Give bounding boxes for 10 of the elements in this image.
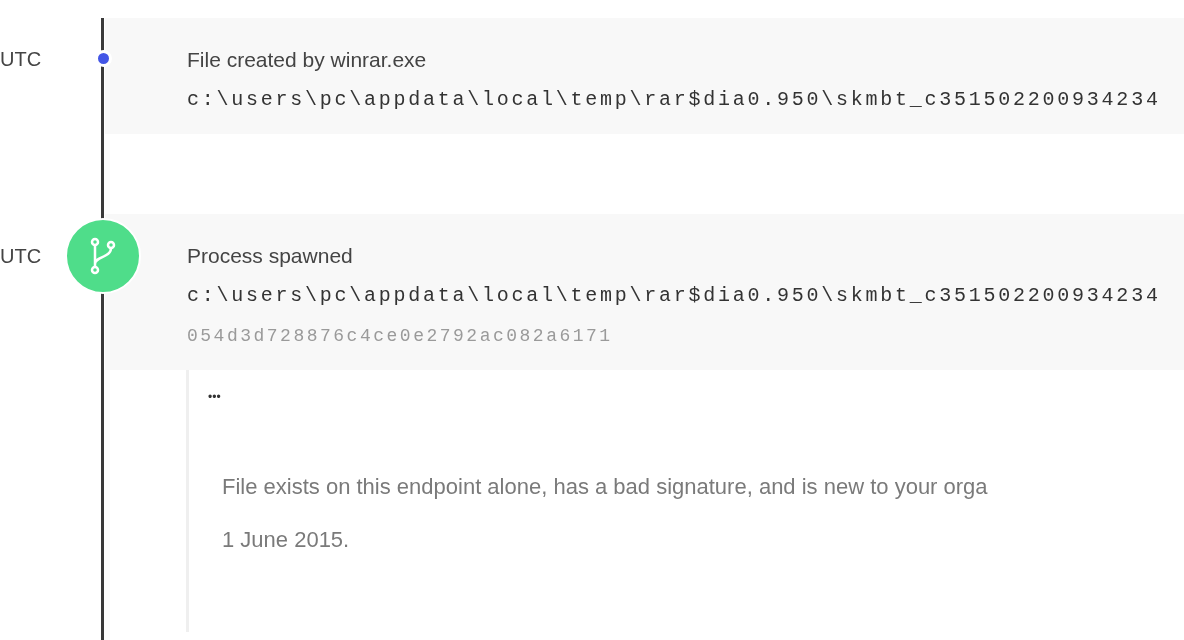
description-text: File exists on this endpoint alone, has a bad signature, and is new to your orga: [222, 473, 988, 501]
event-title: File created by winrar.exe: [187, 47, 427, 73]
event-time: UTC: [0, 47, 42, 72]
file-path: c:\users\pc\appdata\local\temp\rar$dia0.950\skmbt_c351502200934234: [187, 87, 1161, 113]
event-time: UTC: [0, 244, 42, 269]
description-text: 1 June 2015.: [222, 526, 350, 554]
more-menu[interactable]: •••: [208, 384, 221, 410]
event-title: Process spawned: [187, 243, 353, 269]
file-hash: 054d3d728876c4ce0e2792ac082a6171: [187, 325, 613, 348]
file-path: c:\users\pc\appdata\local\temp\rar$dia0.950\skmbt_c351502200934234: [187, 283, 1161, 309]
